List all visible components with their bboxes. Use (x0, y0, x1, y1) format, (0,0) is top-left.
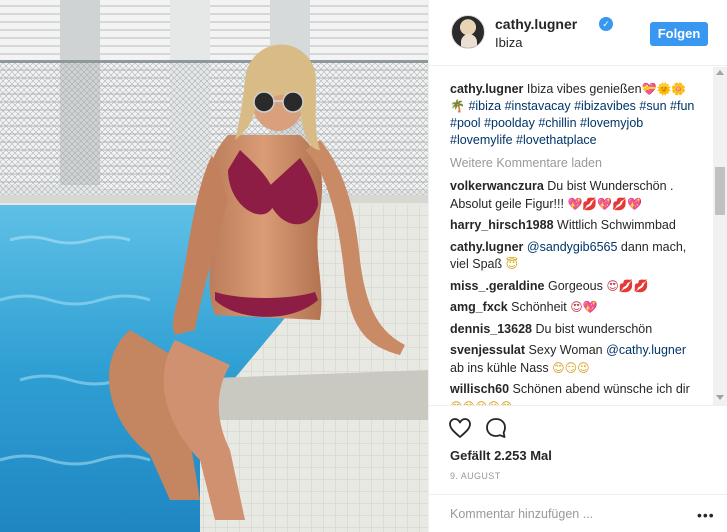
hashtag-link[interactable]: #pool (450, 116, 481, 130)
comment-username[interactable]: cathy.lugner (450, 240, 523, 254)
add-comment-input[interactable] (450, 505, 680, 523)
hashtag-link[interactable]: #instavacay (505, 99, 571, 113)
verified-badge-icon: ✓ (599, 17, 613, 31)
comment-emoji: 😍💋💋 (606, 278, 649, 293)
comment-emoji: 💖💋💖💋💖 (567, 196, 643, 211)
heart-icon[interactable] (448, 416, 472, 440)
mention-link[interactable]: @sandygib6565 (527, 240, 618, 254)
comment-item: willisch60 Schönen abend wünsche ich dir… (450, 381, 715, 405)
comment-text: Schönen abend wünsche ich dir (512, 382, 690, 396)
hashtag-link[interactable]: #poolday (484, 116, 535, 130)
pool-scene-image (0, 0, 428, 532)
scroll-down-arrow-icon[interactable] (716, 395, 724, 400)
more-options-icon[interactable]: ••• (697, 507, 715, 523)
comment-icon[interactable] (484, 416, 508, 440)
comment-item: harry_hirsch1988 Wittlich Schwimmbad (450, 217, 715, 235)
hashtag-link[interactable]: #lovethatplace (516, 133, 597, 147)
hashtag-link[interactable]: #ibizavibes (574, 99, 636, 113)
comment-text: Schönheit (511, 300, 567, 314)
comment-text: Du bist wunderschön (535, 321, 653, 336)
comment-username[interactable]: volkerwanczura (450, 179, 544, 193)
comment-item: amg_fxck Schönheit 😍💖 (450, 299, 715, 317)
hashtag-link[interactable]: #fun (670, 99, 694, 113)
caption-username[interactable]: cathy.lugner (450, 82, 523, 96)
comment-item: cathy.lugner @sandygib6565 dann mach, vi… (450, 239, 715, 274)
comment-username[interactable]: dennis_13628 (450, 322, 532, 336)
comment-text: Gorgeous (547, 278, 603, 293)
caption-text: Ibiza vibes genießen (526, 82, 642, 96)
follow-button[interactable]: Folgen (650, 22, 708, 46)
comment-item: volkerwanczura Du bist Wunderschön . Abs… (450, 178, 715, 213)
scrollbar-thumb[interactable] (715, 167, 725, 215)
scroll-up-arrow-icon[interactable] (716, 70, 724, 75)
comment-emoji: 😍💖 (570, 300, 598, 314)
comment-emoji: 😇 (505, 257, 519, 271)
author-username[interactable]: cathy.lugner (495, 16, 577, 32)
load-more-comments-link[interactable]: Weitere Kommentare laden (450, 155, 715, 172)
comment-text: Sexy Woman (528, 343, 603, 357)
comments-scrollbar[interactable] (713, 67, 727, 405)
avatar[interactable] (451, 15, 485, 49)
comment-username[interactable]: harry_hirsch1988 (450, 218, 554, 232)
comment-emoji: 😊😏😉 (552, 360, 590, 375)
comment-text-continued: ab ins kühle Nass (450, 360, 549, 375)
comment-username[interactable]: amg_fxck (450, 300, 508, 314)
post-details-panel: cathy.lugner ✓ Ibiza Folgen cathy.lugner… (429, 0, 727, 532)
add-comment-bar: ••• (429, 494, 727, 532)
likes-count[interactable]: Gefällt 2.253 Mal (450, 448, 552, 463)
comment-username[interactable]: svenjessulat (450, 343, 525, 357)
comment-item: dennis_13628 Du bist wunderschön (450, 321, 715, 339)
comments-list[interactable]: cathy.lugner Ibiza vibes genießen💝🌞🌼🌴 #i… (429, 67, 727, 405)
hashtag-link[interactable]: #sun (639, 99, 666, 113)
post-date[interactable]: 9. AUGUST (450, 471, 501, 481)
post-photo[interactable] (0, 0, 428, 532)
comment-item: miss_.geraldine Gorgeous 😍💋💋 (450, 278, 715, 296)
mention-link[interactable]: @cathy.lugner (606, 343, 686, 357)
post-header: cathy.lugner ✓ Ibiza Folgen (429, 0, 727, 66)
comment-username[interactable]: miss_.geraldine (450, 279, 545, 293)
post-actions-footer: Gefällt 2.253 Mal 9. AUGUST ••• (429, 405, 727, 532)
hashtag-link[interactable]: #lovemyjob (580, 116, 643, 130)
comment-item: svenjessulat Sexy Woman @cathy.lugner ab… (450, 342, 715, 377)
post-caption: cathy.lugner Ibiza vibes genießen💝🌞🌼🌴 #i… (450, 81, 715, 149)
hashtag-link[interactable]: #ibiza (468, 99, 501, 113)
comment-text: Wittlich Schwimmbad (557, 218, 676, 232)
hashtag-link[interactable]: #lovemylife (450, 133, 513, 147)
comment-username[interactable]: willisch60 (450, 382, 509, 396)
post-location[interactable]: Ibiza (495, 35, 522, 50)
hashtag-link[interactable]: #chillin (538, 116, 576, 130)
